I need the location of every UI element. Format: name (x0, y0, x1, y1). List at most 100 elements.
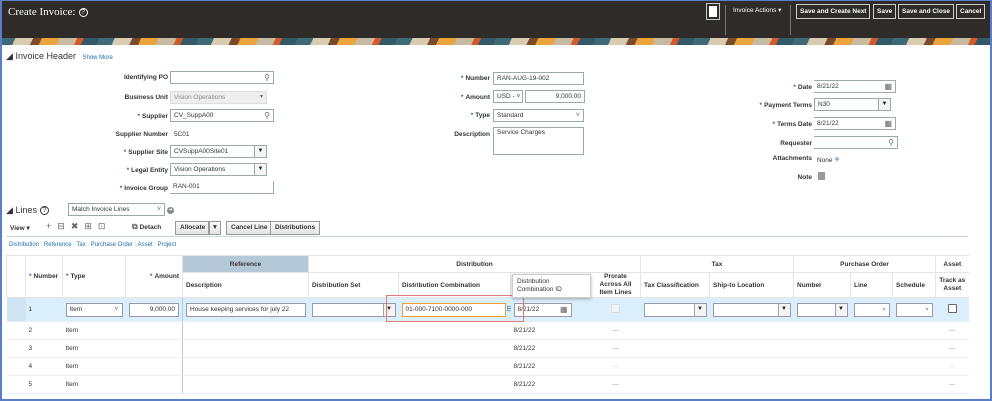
line-amount-input[interactable]: 9,000.00 (128, 302, 179, 317)
search-icon[interactable]: ⚲ (264, 72, 270, 83)
cancel-line-button[interactable]: Cancel Line (226, 221, 273, 235)
account-lookup-icon[interactable]: ⊟ (507, 304, 511, 313)
chevron-down-icon: ▾ (259, 94, 263, 100)
invoice-actions-menu[interactable]: Invoice Actions ▾ (730, 4, 785, 19)
save-and-close-button[interactable]: Save and Close (898, 4, 955, 19)
legal-entity-select[interactable]: Vision Operations ▼ (170, 163, 267, 176)
row-selector[interactable] (6, 297, 26, 322)
group-header-reference: Reference (182, 255, 309, 273)
collapse-icon[interactable]: ◢ (6, 205, 13, 215)
ship-to-location-select[interactable]: ▼ (712, 302, 791, 317)
table-row[interactable]: 3 Item 8/21/22— — (6, 339, 969, 358)
tab-asset[interactable]: Asset (138, 242, 153, 248)
edit-icon[interactable]: ⊡ (98, 221, 112, 231)
tab-project[interactable]: Project (158, 242, 177, 248)
table-row[interactable]: 1 Item ˅ 9,000.00 House keeping services … (6, 297, 969, 322)
column-header-type[interactable]: * Type (62, 255, 126, 298)
tab-tax[interactable]: Tax (76, 242, 85, 248)
search-icon[interactable]: ⚲ (264, 110, 270, 121)
show-more-link[interactable]: Show More (83, 55, 113, 61)
invoice-group-input[interactable]: RAN-001 (170, 181, 274, 194)
column-header-description[interactable]: Description (182, 272, 309, 298)
invoice-header-section[interactable]: ◢ Invoice Header Show More (6, 51, 113, 62)
column-header-track-as-asset[interactable]: Track as Asset (935, 272, 969, 298)
identifying-po-input[interactable]: ⚲ (170, 71, 274, 84)
column-header-ship-to-location[interactable]: Ship-to Location (709, 272, 794, 298)
tax-classification-select[interactable]: ▼ (643, 302, 707, 317)
column-header-prorate[interactable]: Prorate Across All Item Lines (589, 272, 641, 298)
dropdown-arrow-icon[interactable]: ▼ (254, 146, 266, 157)
distributions-button[interactable]: Distributions (270, 221, 321, 235)
detach-button[interactable]: ⧉ Detach (132, 222, 161, 232)
help-icon[interactable]: ? (39, 206, 49, 215)
distribution-set-select[interactable]: ▼ (311, 302, 396, 317)
tab-reference[interactable]: Reference (44, 242, 72, 248)
add-icon[interactable]: + (46, 221, 57, 231)
dropdown-arrow-icon[interactable]: ▼ (878, 99, 890, 110)
allocate-dropdown-button[interactable]: ▼ (209, 221, 221, 235)
supplier-site-select[interactable]: CVSuppA00Site01 ▼ (170, 145, 267, 158)
collapse-rows-icon[interactable]: ⊟ (57, 221, 71, 231)
calendar-icon[interactable]: ▦ (560, 304, 568, 316)
delete-icon[interactable]: ✖ (71, 221, 85, 231)
line-date-input[interactable]: 8/21/22 ▦ (513, 302, 572, 317)
distribution-combination-input[interactable]: 01-000-7100-0000-000 (401, 302, 506, 317)
column-header-distribution-set[interactable]: Distribution Set (308, 272, 399, 298)
split-icon[interactable]: ⊞ (84, 221, 98, 231)
chevron-down-icon: ▾ (925, 306, 929, 313)
table-row[interactable]: 5 Item 8/21/22— — (6, 375, 969, 394)
column-header-schedule[interactable]: Schedule (892, 272, 936, 298)
save-button[interactable]: Save (873, 4, 897, 19)
view-menu[interactable]: View ▾ (10, 224, 30, 232)
dropdown-arrow-icon[interactable]: ▼ (777, 303, 790, 316)
requester-label: Requester (780, 140, 812, 147)
dropdown-arrow-icon[interactable]: ▼ (834, 303, 847, 316)
column-header-tax-classification[interactable]: Tax Classification (640, 272, 710, 298)
requester-input[interactable]: ⚲ (814, 136, 898, 149)
match-invoice-lines-select[interactable]: Match Invoice Lines ˅ (68, 203, 165, 216)
column-header-number[interactable]: * Number (25, 255, 63, 298)
dropdown-arrow-icon[interactable]: ▼ (693, 303, 706, 316)
column-header-amount[interactable]: * Amount (125, 255, 183, 298)
cancel-button[interactable]: Cancel (956, 4, 986, 19)
add-attachment-icon[interactable]: + (834, 154, 839, 164)
payment-terms-select[interactable]: N30 ▼ (814, 98, 891, 111)
business-unit-select: Vision Operations ▾ (170, 91, 267, 104)
table-row[interactable]: 2 Item 8/21/22— — (6, 321, 969, 340)
group-header-purchase-order: Purchase Order (793, 255, 936, 273)
tab-distribution[interactable]: Distribution (9, 242, 39, 248)
dropdown-arrow-icon[interactable]: ▼ (254, 164, 266, 175)
note-icon[interactable] (818, 172, 825, 180)
dropdown-arrow-icon[interactable]: ▼ (382, 303, 395, 316)
calendar-icon[interactable]: ▦ (884, 118, 892, 129)
table-row[interactable]: 4 Item 8/21/22— — (6, 357, 969, 376)
group-header-tax: Tax (640, 255, 794, 273)
column-header-po-number[interactable]: Number (793, 272, 851, 298)
help-icon[interactable]: ? (78, 8, 88, 17)
column-header-line[interactable]: Line (850, 272, 893, 298)
terms-date-input[interactable]: 8/21/22 ▦ (814, 117, 896, 130)
track-as-asset-checkbox[interactable] (947, 304, 957, 313)
line-type-select[interactable]: Item ˅ (65, 302, 123, 317)
supplier-input[interactable]: CV_SuppA00 ⚲ (170, 109, 274, 122)
tab-purchase-order[interactable]: Purchase Order (91, 242, 133, 248)
group-header-asset: Asset (935, 255, 969, 273)
collapse-icon[interactable]: ◢ (6, 51, 13, 61)
po-number-select[interactable]: ▼ (796, 302, 848, 317)
currency-select[interactable]: USD - ˅ (493, 90, 523, 103)
business-unit-label: Business Unit (124, 94, 168, 101)
lines-section-title[interactable]: ◢ Lines? (6, 205, 49, 216)
date-input[interactable]: 8/21/22 ▦ (814, 80, 896, 93)
amount-input[interactable]: 9,000.00 (525, 90, 585, 103)
window-icon-button[interactable] (706, 3, 720, 20)
save-and-create-next-button[interactable]: Save and Create Next (796, 4, 871, 19)
go-arrow-icon[interactable]: ➔ (167, 207, 174, 214)
calendar-icon[interactable]: ▦ (884, 81, 892, 92)
column-header-distribution-combination[interactable]: Distribution Combination (398, 272, 511, 298)
invoice-number-input[interactable]: RAN-AUG-19-002 (493, 72, 584, 85)
line-description-input[interactable]: House keeping services for july 22 (186, 302, 306, 317)
type-select[interactable]: Standard ˅ (493, 109, 584, 122)
description-textarea[interactable]: Service Charges (493, 127, 584, 155)
search-icon[interactable]: ⚲ (888, 137, 894, 148)
allocate-button[interactable]: Allocate (175, 221, 209, 235)
